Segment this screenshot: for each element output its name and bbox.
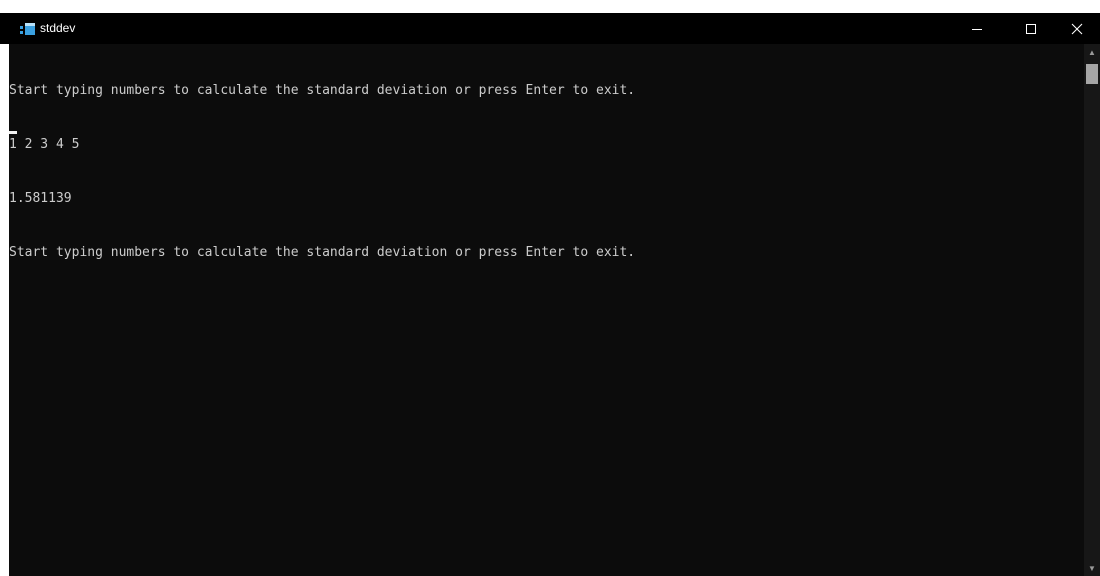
maximize-button[interactable] (1008, 13, 1054, 44)
console-output[interactable]: Start typing numbers to calculate the st… (0, 44, 1084, 576)
title-bar[interactable]: stddev (0, 13, 1100, 44)
window-title: stddev (40, 21, 76, 35)
text-cursor (9, 131, 17, 134)
console-window: stddev Start typing numbers to calculate… (0, 13, 1100, 576)
console-line: Start typing numbers to calculate the st… (9, 245, 636, 260)
console-app-icon (20, 23, 35, 35)
console-line: 1 2 3 4 5 (9, 137, 80, 152)
scroll-down-button[interactable]: ▼ (1084, 560, 1100, 576)
minimize-button[interactable] (954, 13, 1000, 44)
minimize-icon (972, 28, 982, 30)
chevron-down-icon: ▼ (1088, 563, 1096, 573)
console-lines: Start typing numbers to calculate the st… (9, 46, 635, 298)
scroll-thumb[interactable] (1086, 64, 1098, 84)
vertical-scrollbar[interactable]: ▲ ▼ (1084, 44, 1100, 576)
close-button[interactable] (1054, 13, 1100, 44)
maximize-icon (1026, 23, 1036, 34)
chevron-up-icon: ▲ (1088, 47, 1096, 57)
scroll-up-button[interactable]: ▲ (1084, 44, 1100, 60)
console-line: 1.581139 (9, 191, 72, 206)
close-icon (1071, 23, 1083, 34)
console-line: Start typing numbers to calculate the st… (9, 83, 636, 98)
